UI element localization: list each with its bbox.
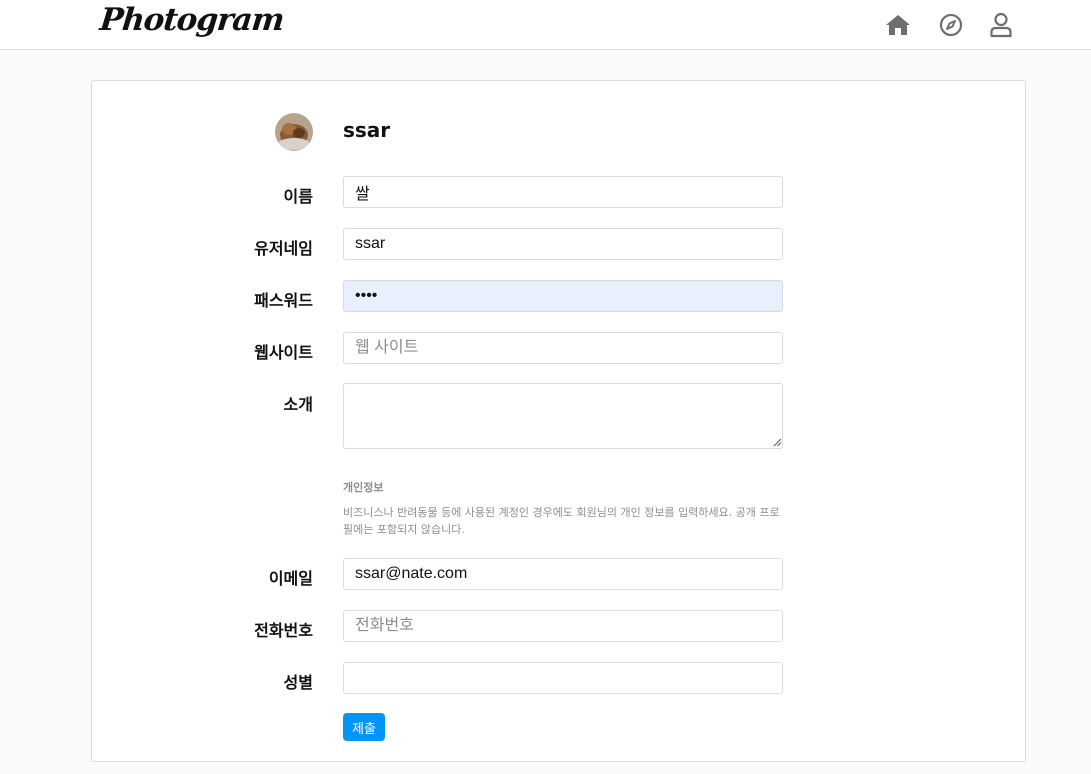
website-label: 웹사이트 [254, 343, 313, 362]
gender-label: 성별 [283, 673, 313, 692]
private-info-title: 개인정보 [343, 481, 384, 494]
avatar[interactable] [275, 113, 313, 151]
phone-label: 전화번호 [254, 621, 313, 640]
password-label: 패스워드 [254, 291, 313, 310]
bio-label: 소개 [283, 395, 313, 414]
private-info-description: 비즈니스나 반려동물 등에 사용된 계정인 경우에도 회원님의 개인 정보를 입… [343, 506, 780, 536]
bio-textarea[interactable] [343, 383, 783, 449]
compass-icon[interactable] [936, 10, 966, 40]
username-input[interactable] [343, 228, 783, 260]
email-input[interactable] [343, 558, 783, 590]
app-logo[interactable]: Photogram [98, 2, 285, 38]
email-label: 이메일 [268, 569, 313, 588]
name-label: 이름 [283, 187, 313, 206]
phone-input[interactable] [343, 610, 783, 642]
username-label: 유저네임 [254, 239, 313, 258]
password-input[interactable] [343, 280, 783, 312]
resize-grip-icon[interactable] [773, 438, 782, 447]
website-input[interactable] [343, 332, 783, 364]
gender-input[interactable] [343, 662, 783, 694]
submit-button[interactable]: 제출 [343, 713, 385, 741]
profile-username: ssar [343, 118, 391, 142]
user-icon[interactable] [986, 10, 1016, 40]
top-navbar: Photogram [0, 0, 1091, 50]
home-icon[interactable] [883, 10, 913, 40]
name-input[interactable] [343, 176, 783, 208]
profile-edit-card: ssar 이름 유저네임 패스워드 웹사이트 소개 개인정보 비즈니스나 반려동… [91, 80, 1026, 762]
